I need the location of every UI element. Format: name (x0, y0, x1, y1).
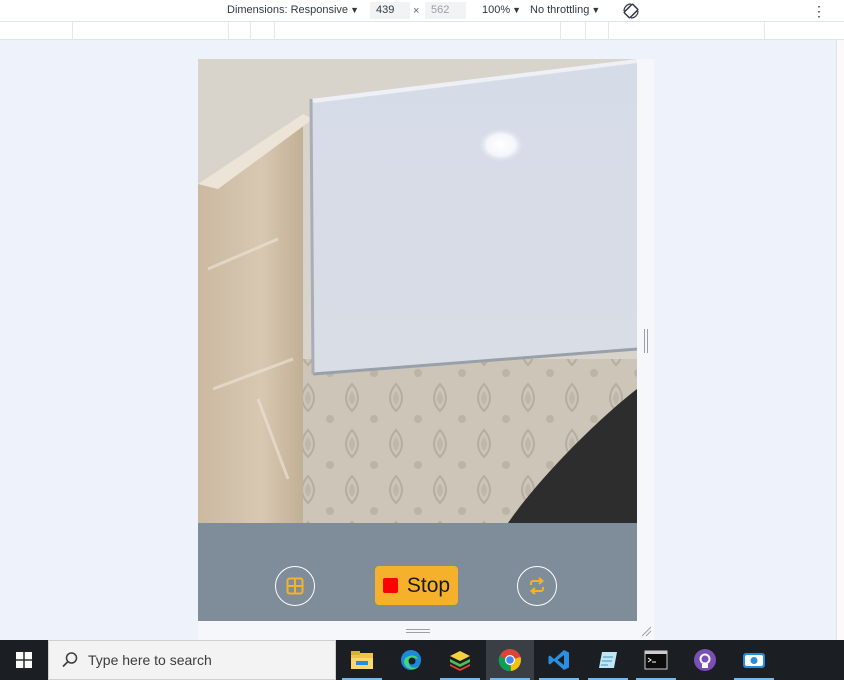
device-toolbar: Dimensions: Responsive ▼ 439 × 562 100% … (0, 0, 844, 22)
search-placeholder: Type here to search (88, 652, 212, 668)
editor-icon (599, 652, 617, 668)
dimensions-label: Dimensions: Responsive (227, 4, 349, 16)
switch-camera-icon (529, 577, 545, 595)
taskbar-app-file-explorer[interactable] (338, 640, 386, 680)
resize-grip-icon (644, 329, 648, 353)
viewport-height-resizer[interactable] (198, 621, 654, 640)
taskbar-app-chrome[interactable] (486, 640, 534, 680)
stop-button[interactable]: Stop (375, 566, 458, 605)
devtools-panel-edge (836, 40, 844, 640)
more-options-icon[interactable]: ⋮ (812, 2, 826, 20)
camera-feed (198, 59, 637, 523)
stop-label: Stop (406, 573, 451, 597)
zoom-caret-icon: ▼ (512, 5, 522, 15)
media-query-ruler (0, 22, 844, 40)
stop-icon (382, 578, 398, 593)
github-desktop-icon (694, 649, 716, 671)
start-button[interactable] (0, 640, 48, 680)
camera-icon (743, 653, 765, 668)
grid-toggle-button[interactable] (275, 566, 315, 606)
taskbar-search-box[interactable]: Type here to search (48, 640, 336, 680)
terminal-icon (644, 650, 668, 670)
taskbar-app-github-desktop[interactable] (681, 640, 729, 680)
taskbar-app-bluestacks[interactable] (436, 640, 484, 680)
file-explorer-icon (351, 651, 373, 669)
height-input[interactable]: 562 (425, 2, 466, 19)
viewport-width-resizer[interactable] (637, 59, 654, 621)
resize-grip-icon (406, 629, 430, 633)
bluestacks-icon (450, 651, 470, 671)
throttling-label: No throttling (530, 4, 590, 16)
zoom-label: 100% (482, 4, 511, 16)
zoom-dropdown[interactable]: 100% ▼ (482, 4, 521, 16)
taskbar-app-vscode[interactable] (535, 640, 583, 680)
device-viewport: Stop (198, 59, 637, 621)
windows-taskbar: Type here to search (0, 640, 844, 680)
taskbar-app-edge[interactable] (387, 640, 435, 680)
viewport-corner-resizer[interactable] (640, 624, 652, 637)
dimensions-caret-icon: ▼ (350, 5, 359, 15)
times-sign: × (413, 5, 420, 17)
chrome-icon (498, 649, 521, 672)
edge-icon (401, 650, 421, 670)
throttling-dropdown[interactable]: No throttling ▼ (530, 4, 600, 16)
camera-controls-bar: Stop (198, 523, 637, 621)
switch-camera-button[interactable] (517, 566, 557, 606)
width-input[interactable]: 439 (370, 2, 410, 19)
windows-logo-icon (16, 652, 32, 668)
dimensions-dropdown[interactable]: Dimensions: Responsive ▼ (227, 4, 359, 16)
taskbar-app-terminal[interactable] (632, 640, 680, 680)
throttling-caret-icon: ▼ (591, 5, 601, 15)
rotate-icon[interactable] (622, 2, 640, 20)
vscode-icon (548, 650, 569, 670)
search-icon (62, 652, 78, 668)
taskbar-app-editor[interactable] (584, 640, 632, 680)
grid-icon (286, 577, 304, 595)
taskbar-app-camera[interactable] (730, 640, 778, 680)
